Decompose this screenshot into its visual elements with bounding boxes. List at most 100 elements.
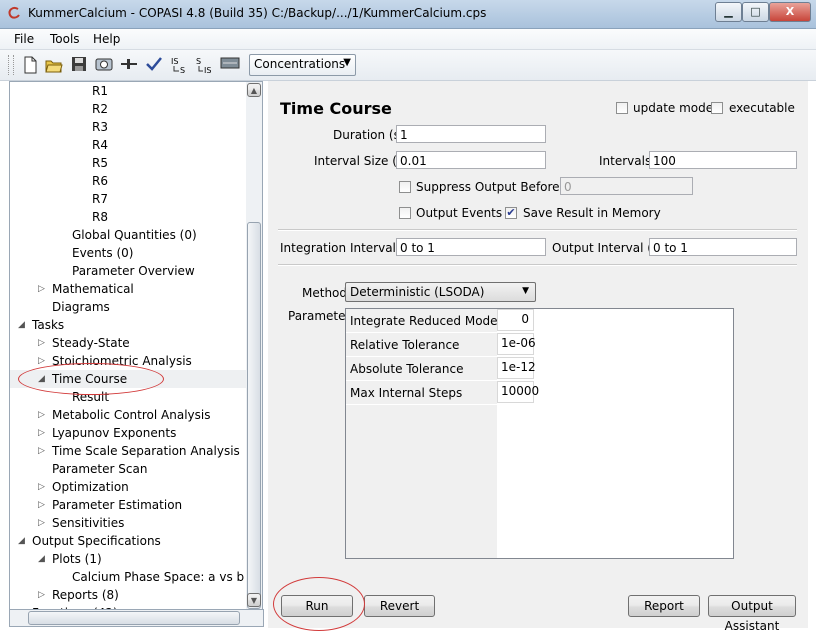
tree-horizontal-scrollbar[interactable] bbox=[9, 609, 264, 627]
output-assistant-button[interactable]: Output Assistant bbox=[708, 595, 796, 633]
save-icon[interactable] bbox=[70, 56, 88, 74]
tree-item[interactable]: R1 bbox=[10, 82, 246, 100]
expand-arrow-icon[interactable]: ▷ bbox=[38, 424, 45, 442]
svg-text:S: S bbox=[180, 66, 185, 74]
tree-item-label: Plots (1) bbox=[52, 552, 102, 566]
scroll-up-icon[interactable]: ▲ bbox=[247, 83, 261, 97]
checkmark-icon[interactable] bbox=[145, 56, 163, 74]
is-to-s-icon[interactable]: IS S bbox=[170, 56, 188, 75]
tree-item[interactable]: ▷ Lyapunov Exponents bbox=[10, 424, 246, 442]
tree-item[interactable]: ▷ Reports (8) bbox=[10, 586, 246, 604]
tree-item[interactable]: Diagrams bbox=[10, 298, 246, 316]
revert-button[interactable]: Revert bbox=[364, 595, 435, 617]
report-button[interactable]: Report bbox=[628, 595, 700, 617]
page-title: Time Course bbox=[280, 99, 392, 118]
tree-item[interactable]: Global Quantities (0) bbox=[10, 226, 246, 244]
tree-item-label: R2 bbox=[92, 102, 108, 116]
tree-item[interactable]: ▷ Parameter Estimation bbox=[10, 496, 246, 514]
tree-item[interactable]: ◢ Output Specifications bbox=[10, 532, 246, 550]
tree-item[interactable]: ◢ Tasks bbox=[10, 316, 246, 334]
chevron-down-icon: ▼ bbox=[522, 286, 529, 296]
tree-item[interactable]: R2 bbox=[10, 100, 246, 118]
parameter-name-cell: Max Internal Steps bbox=[346, 381, 497, 405]
maximize-button[interactable]: □ bbox=[742, 2, 769, 22]
parameter-value-cell[interactable]: 10000 bbox=[497, 381, 539, 403]
parameter-value-cell[interactable]: 1e-06 bbox=[497, 333, 536, 355]
expand-arrow-icon[interactable]: ▷ bbox=[38, 280, 45, 298]
annotation-circle-run bbox=[273, 577, 365, 631]
menu-tools[interactable]: Tools bbox=[50, 32, 80, 46]
tree-item-label: R8 bbox=[92, 210, 108, 224]
scrollbar-thumb-horizontal[interactable] bbox=[28, 611, 240, 625]
update-model-label: update model bbox=[633, 101, 717, 115]
save-result-checkbox[interactable]: ✔ bbox=[505, 207, 517, 219]
tree-item[interactable]: Events (0) bbox=[10, 244, 246, 262]
expand-arrow-icon[interactable]: ▷ bbox=[38, 586, 45, 604]
expand-arrow-icon[interactable]: ▷ bbox=[38, 334, 45, 352]
tree-item[interactable]: R6 bbox=[10, 172, 246, 190]
tree-item[interactable]: Calcium Phase Space: a vs b bbox=[10, 568, 246, 586]
sbml-icon[interactable] bbox=[220, 56, 240, 74]
tree-item-label: Lyapunov Exponents bbox=[52, 426, 177, 440]
tree-item[interactable]: ◢ Plots (1) bbox=[10, 550, 246, 568]
tree-item[interactable]: R4 bbox=[10, 136, 246, 154]
slider-icon[interactable] bbox=[120, 56, 138, 74]
tree-item[interactable]: ▷ Optimization bbox=[10, 478, 246, 496]
scroll-down-icon[interactable]: ▼ bbox=[247, 593, 261, 607]
tree-item[interactable]: ▷ Mathematical bbox=[10, 280, 246, 298]
menu-help[interactable]: Help bbox=[93, 32, 120, 46]
tree-item[interactable]: R8 bbox=[10, 208, 246, 226]
tree-item[interactable]: Parameter Overview bbox=[10, 262, 246, 280]
tree-item[interactable]: R3 bbox=[10, 118, 246, 136]
copasi-app-icon bbox=[7, 6, 21, 20]
collapse-arrow-icon[interactable]: ◢ bbox=[38, 550, 45, 568]
duration-input[interactable]: 1 bbox=[396, 125, 546, 143]
update-model-checkbox[interactable] bbox=[616, 102, 628, 114]
close-button[interactable]: X bbox=[769, 2, 811, 22]
interval-size-input[interactable]: 0.01 bbox=[396, 151, 546, 169]
parameter-value-cell[interactable]: 0 bbox=[497, 309, 534, 331]
new-file-icon[interactable] bbox=[21, 56, 39, 74]
tree-item[interactable]: R5 bbox=[10, 154, 246, 172]
parameter-value-cell[interactable]: 1e-12 bbox=[497, 357, 536, 379]
minimize-button[interactable]: ▁ bbox=[715, 2, 742, 22]
expand-arrow-icon[interactable]: ▷ bbox=[38, 478, 45, 496]
concentrations-select[interactable]: Concentrations ▼ bbox=[249, 54, 356, 76]
expand-arrow-icon[interactable]: ▷ bbox=[38, 406, 45, 424]
s-to-is-icon[interactable]: S IS bbox=[195, 56, 213, 75]
menu-bar: File Tools Help bbox=[0, 29, 816, 50]
title-bar: KummerCalcium - COPASI 4.8 (Build 35) C:… bbox=[0, 0, 816, 29]
menu-file[interactable]: File bbox=[14, 32, 34, 46]
open-folder-icon[interactable] bbox=[45, 56, 63, 74]
scrollbar-thumb[interactable] bbox=[247, 222, 261, 609]
snapshot-icon[interactable] bbox=[95, 56, 113, 74]
expand-arrow-icon[interactable]: ▷ bbox=[38, 496, 45, 514]
tree-item-label: Steady-State bbox=[52, 336, 130, 350]
collapse-arrow-icon[interactable]: ◢ bbox=[18, 316, 25, 334]
executable-checkbox[interactable] bbox=[711, 102, 723, 114]
tree-item[interactable]: ▷ Time Scale Separation Analysis bbox=[10, 442, 246, 460]
annotation-circle-time-course bbox=[18, 363, 164, 395]
tree-item[interactable]: ▷ Steady-State bbox=[10, 334, 246, 352]
tree-item-label: Time Scale Separation Analysis bbox=[52, 444, 240, 458]
intervals-input[interactable]: 100 bbox=[649, 151, 797, 169]
tree-item-label: Parameter Estimation bbox=[52, 498, 183, 512]
tree-item[interactable]: Parameter Scan bbox=[10, 460, 246, 478]
tree-vertical-scrollbar[interactable]: ▲ ▼ bbox=[246, 81, 263, 610]
parameter-table: Integrate Reduced Model 0 Relative Toleran… bbox=[345, 308, 734, 559]
tree-item-label: Global Quantities (0) bbox=[72, 228, 197, 242]
expand-arrow-icon[interactable]: ▷ bbox=[38, 514, 45, 532]
tree-item-label: Reports (8) bbox=[52, 588, 119, 602]
tree-item[interactable]: R7 bbox=[10, 190, 246, 208]
tree-item[interactable]: ▷ Sensitivities bbox=[10, 514, 246, 532]
output-interval-label: Output Interval (s) bbox=[552, 241, 663, 255]
suppress-output-checkbox[interactable] bbox=[399, 181, 411, 193]
tree-item[interactable]: ▷ Metabolic Control Analysis bbox=[10, 406, 246, 424]
expand-arrow-icon[interactable]: ▷ bbox=[38, 442, 45, 460]
output-events-checkbox[interactable] bbox=[399, 207, 411, 219]
tree-item-label: R1 bbox=[92, 84, 108, 98]
svg-text:S: S bbox=[196, 57, 201, 66]
collapse-arrow-icon[interactable]: ◢ bbox=[18, 532, 25, 550]
method-select[interactable]: Deterministic (LSODA) ▼ bbox=[345, 282, 536, 302]
object-tree: R1 R2 R3 R4 R5 R6 R7 R8 Global Quantities (0) Eve… bbox=[9, 81, 248, 610]
